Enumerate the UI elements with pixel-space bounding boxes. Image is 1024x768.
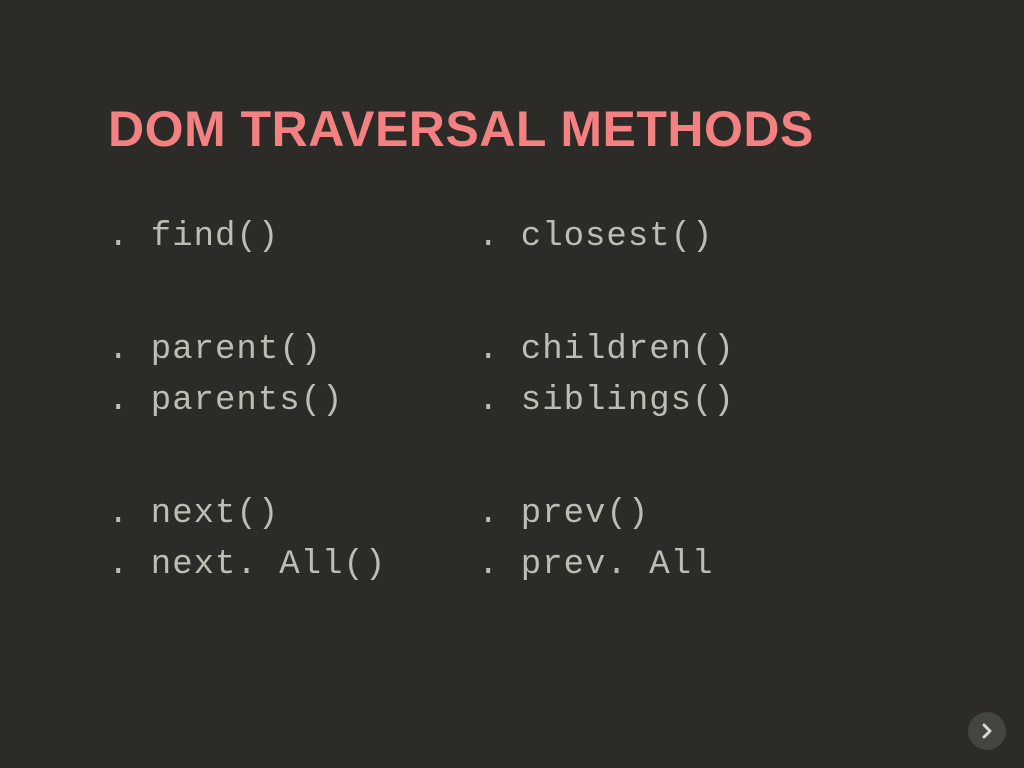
method-cell-children: . children() . siblings() <box>478 325 848 427</box>
slide: DOM TRAVERSAL METHODS . find() . closest… <box>0 0 1024 768</box>
slide-title: DOM TRAVERSAL METHODS <box>108 100 924 158</box>
method-grid: . find() . closest() . parent() . parent… <box>108 212 924 591</box>
method-cell-find: . find() <box>108 212 478 263</box>
method-cell-prev: . prev() . prev. All <box>478 489 848 591</box>
method-cell-closest: . closest() <box>478 212 848 263</box>
arrow-right-icon <box>978 722 996 740</box>
method-cell-next: . next() . next. All() <box>108 489 478 591</box>
method-cell-parent: . parent() . parents() <box>108 325 478 427</box>
next-slide-button[interactable] <box>968 712 1006 750</box>
